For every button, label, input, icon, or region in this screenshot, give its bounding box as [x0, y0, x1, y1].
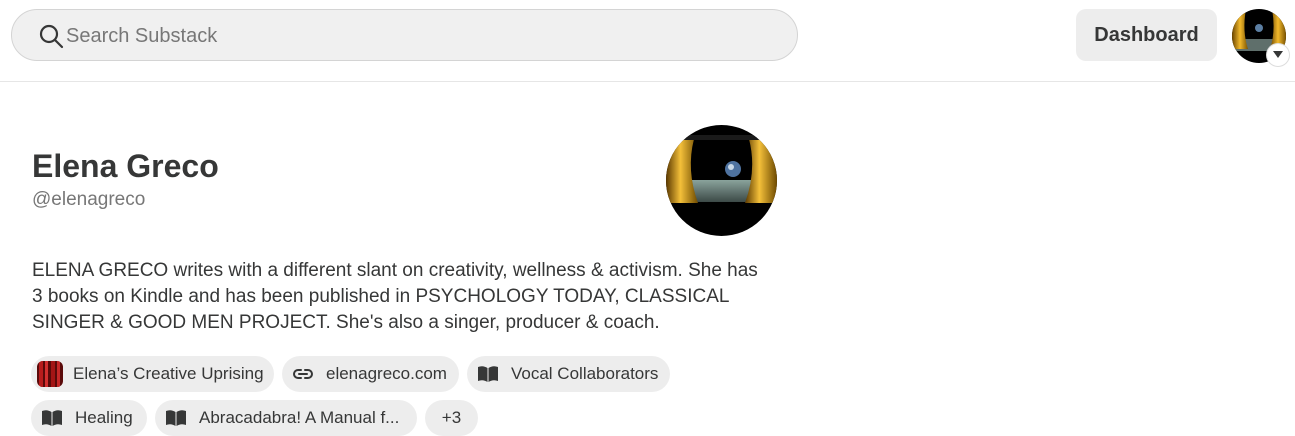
publication-thumbnail-icon — [37, 361, 63, 387]
website-chip-label: elenagreco.com — [326, 364, 447, 383]
dashboard-button[interactable]: Dashboard — [1076, 9, 1217, 61]
search-input[interactable] — [64, 10, 768, 62]
book-icon — [42, 410, 62, 426]
book-chip-vocal-collaborators[interactable]: Vocal Collaborators — [467, 356, 670, 392]
profile-handle: @elenagreco — [32, 189, 146, 210]
book-chip-label: Healing — [75, 408, 133, 427]
link-icon — [293, 369, 313, 379]
more-links-chip[interactable]: +3 — [425, 400, 478, 436]
caret-down-icon — [1273, 51, 1283, 58]
book-chip-label: Vocal Collaborators — [511, 364, 659, 383]
book-chip-label: Abracadabra! A Manual f... — [199, 408, 400, 427]
search-bar[interactable] — [11, 9, 798, 62]
book-icon — [166, 410, 186, 426]
top-bar: Dashboard — [0, 0, 1295, 82]
search-icon — [39, 24, 64, 49]
book-chip-healing[interactable]: Healing — [31, 400, 147, 436]
more-links-count: +3 — [441, 408, 462, 427]
book-icon — [478, 366, 498, 382]
website-chip[interactable]: elenagreco.com — [282, 356, 459, 392]
profile-avatar — [666, 125, 777, 236]
publication-chip[interactable]: Elena’s Creative Uprising — [31, 356, 274, 392]
book-chip-abracadabra[interactable]: Abracadabra! A Manual f... — [155, 400, 417, 436]
profile-name: Elena Greco — [32, 148, 219, 184]
profile-bio: ELENA GRECO writes with a different slan… — [32, 260, 758, 333]
publication-chip-label: Elena’s Creative Uprising — [73, 364, 264, 383]
account-menu-toggle[interactable] — [1267, 44, 1289, 66]
